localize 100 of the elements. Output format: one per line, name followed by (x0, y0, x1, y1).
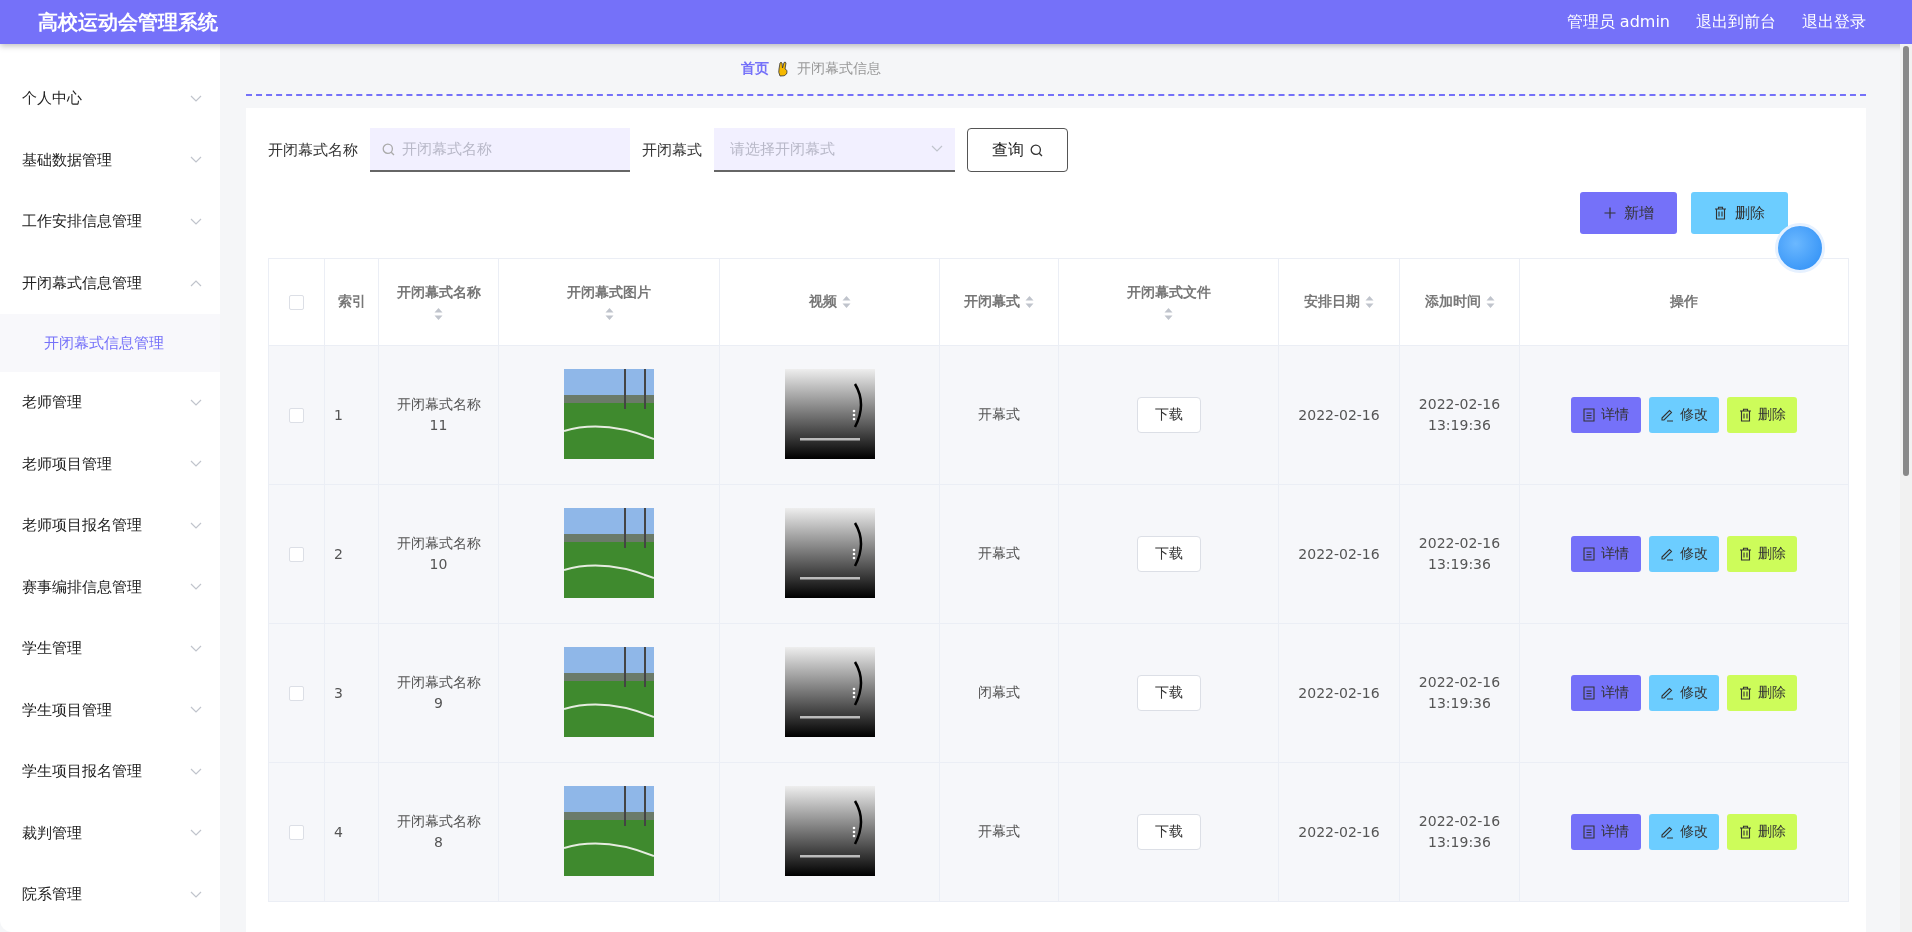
row-checkbox[interactable] (289, 825, 304, 841)
date-cell: 2022-02-16 (1298, 685, 1380, 701)
chevron-icon (190, 398, 202, 407)
column-header: 操作 (1670, 293, 1698, 311)
header-link[interactable]: 管理员 admin (1566, 11, 1670, 33)
name-cell-text: 开闭幕式名称8 (395, 812, 482, 852)
sidebar-item[interactable]: 学生管理 (0, 618, 220, 680)
index-cell: 4 (334, 824, 343, 840)
header-link[interactable]: 退出到前台 (1696, 11, 1776, 33)
breadcrumb-link[interactable]: 首页 (741, 60, 769, 78)
document-icon (1583, 547, 1595, 561)
delete-button[interactable]: 删除 (1727, 675, 1797, 711)
column-header: 视频 (808, 293, 837, 311)
batch-delete-button[interactable]: 删除 (1691, 192, 1788, 234)
download-button[interactable]: 下载 (1136, 675, 1201, 711)
trash-icon (1714, 206, 1727, 220)
sort-icon[interactable] (1365, 295, 1374, 309)
sidebar-item[interactable]: 老师管理 (0, 372, 220, 434)
chevron-icon (190, 94, 202, 103)
sidebar-item[interactable]: 老师项目报名管理 (0, 495, 220, 557)
field-label: 开闭幕式 (642, 140, 702, 160)
chevron-icon (190, 767, 202, 776)
trash-icon (1738, 825, 1752, 839)
date-cell: 2022-02-16 (1298, 407, 1380, 423)
name-cell-text: 开闭幕式名称10 (395, 534, 482, 574)
sidebar-item[interactable]: 学生项目报名管理 (0, 741, 220, 803)
chevron-icon (190, 644, 202, 653)
pencil-icon (1660, 686, 1674, 700)
type-cell: 开幕式 (978, 823, 1020, 839)
sort-icon[interactable] (1025, 295, 1034, 309)
edit-button[interactable]: 修改 (1649, 536, 1719, 572)
row-checkbox[interactable] (289, 686, 304, 702)
chevron-icon (190, 583, 202, 592)
download-button[interactable]: 下载 (1136, 814, 1201, 850)
sort-icon[interactable] (1164, 306, 1173, 321)
delete-button[interactable]: 删除 (1727, 397, 1797, 433)
plus-icon (1603, 207, 1616, 219)
name-cell-text: 开闭幕式名称9 (395, 673, 482, 713)
date-cell: 2022-02-16 (1298, 546, 1380, 562)
field-label: 开闭幕式名称 (268, 140, 358, 160)
sort-icon[interactable] (604, 306, 614, 321)
chevron-icon (190, 279, 202, 288)
sidebar-item[interactable]: 工作安排信息管理 (0, 191, 220, 253)
chevron-icon (190, 521, 202, 530)
sidebar-item[interactable]: 基础数据管理 (0, 129, 220, 191)
app-title: 高校运动会管理系统 (38, 8, 218, 36)
delete-button[interactable]: 删除 (1727, 536, 1797, 572)
download-button[interactable]: 下载 (1136, 536, 1201, 572)
column-header: 安排日期 (1304, 293, 1360, 311)
sort-icon[interactable] (841, 295, 851, 309)
chevron-icon (190, 217, 202, 226)
breadcrumb-current: 开闭幕式信息 (797, 60, 881, 78)
column-header: 开闭幕式 (964, 293, 1020, 311)
index-cell: 2 (334, 546, 343, 562)
document-icon (1583, 825, 1595, 839)
search-button[interactable]: 查询 (967, 128, 1068, 172)
row-checkbox[interactable] (289, 547, 304, 563)
sidebar-item[interactable]: 学生项目管理 (0, 679, 220, 741)
header-link[interactable]: 退出登录 (1802, 11, 1866, 33)
sort-icon[interactable] (1485, 295, 1495, 309)
type-cell: 闭幕式 (978, 684, 1020, 700)
time-cell-text: 2022-02-16 13:19:36 (1417, 534, 1502, 574)
chevron-icon (190, 829, 202, 838)
sidebar-item[interactable]: 个人中心 (0, 68, 220, 130)
time-cell-text: 2022-02-16 13:19:36 (1417, 812, 1502, 852)
column-header: 添加时间 (1424, 293, 1481, 311)
search-icon (1030, 143, 1043, 157)
edit-button[interactable]: 修改 (1649, 397, 1719, 433)
document-icon (1583, 408, 1595, 422)
edit-button[interactable]: 修改 (1649, 675, 1719, 711)
date-cell: 2022-02-16 (1298, 824, 1380, 840)
pencil-icon (1660, 408, 1674, 422)
time-cell-text: 2022-02-16 13:19:36 (1417, 395, 1502, 435)
sidebar-item[interactable]: 院系管理 (0, 864, 220, 926)
edit-button[interactable]: 修改 (1649, 814, 1719, 850)
sidebar-item[interactable]: 裁判管理 (0, 802, 220, 864)
index-cell: 3 (334, 685, 343, 701)
pencil-icon (1660, 825, 1674, 839)
sidebar-subitem[interactable]: 开闭幕式信息管理 (0, 314, 220, 372)
scrollbar[interactable] (1900, 44, 1912, 932)
sidebar-item[interactable]: 老师项目管理 (0, 433, 220, 495)
column-header: 开闭幕式名称 (396, 283, 481, 302)
trash-icon (1738, 686, 1752, 700)
sidebar-item[interactable]: 开闭幕式信息管理 (0, 252, 220, 314)
index-cell: 1 (334, 407, 343, 423)
sidebar-item[interactable]: 赛事编排信息管理 (0, 556, 220, 618)
download-button[interactable]: 下载 (1136, 397, 1201, 433)
type-cell: 开幕式 (978, 406, 1020, 422)
chevron-icon (190, 706, 202, 715)
sort-icon[interactable] (434, 306, 443, 321)
column-header: 开闭幕式图片 (567, 283, 651, 302)
name-search-field[interactable]: 开闭幕式名称 (370, 128, 630, 172)
row-checkbox[interactable] (289, 408, 304, 424)
name-cell-text: 开闭幕式名称11 (395, 395, 482, 435)
chevron-icon (931, 145, 943, 153)
delete-button[interactable]: 删除 (1727, 814, 1797, 850)
chevron-icon (190, 890, 202, 899)
select-all-checkbox[interactable] (289, 295, 304, 311)
chevron-icon (190, 156, 202, 165)
type-cell: 开幕式 (978, 545, 1020, 561)
